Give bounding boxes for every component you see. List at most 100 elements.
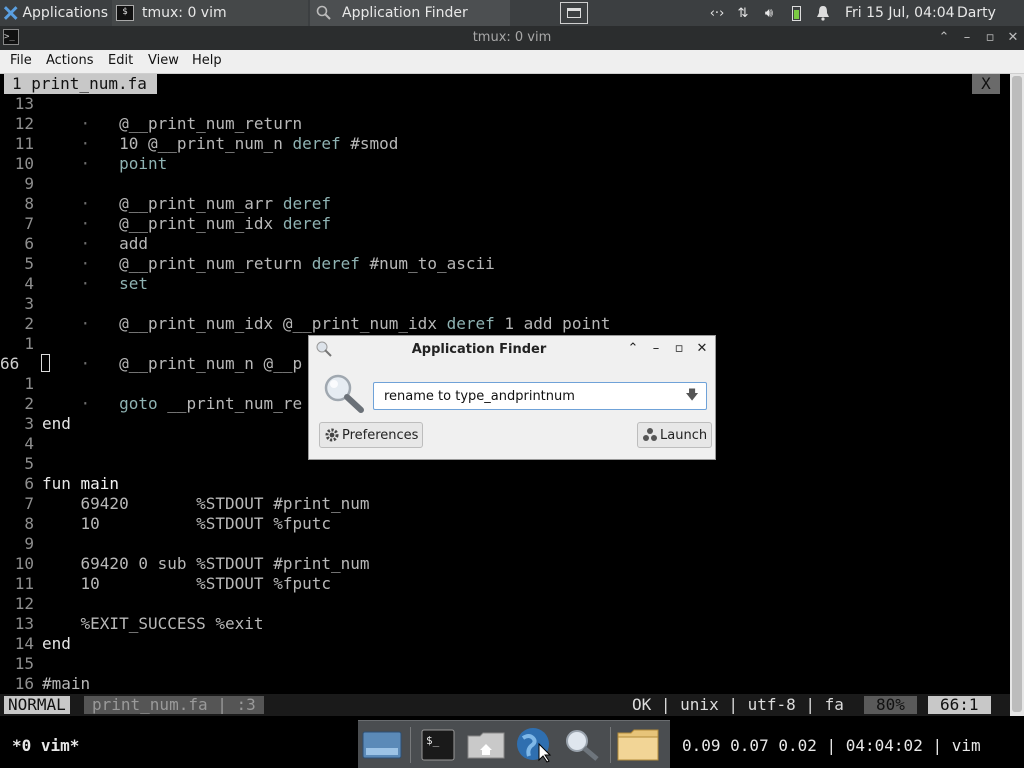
line-text: #main (42, 674, 90, 694)
dock-show-desktop[interactable] (360, 725, 404, 765)
code-token: fun (42, 474, 81, 493)
vim-line[interactable]: 9 (0, 534, 1010, 554)
menu-edit[interactable]: Edit (108, 53, 133, 68)
code-token: · (42, 254, 120, 273)
vim-line[interactable]: 7 69420 %STDOUT #print_num (0, 494, 1010, 514)
applications-label: Applications (22, 5, 108, 21)
vim-line[interactable]: 11 10 %STDOUT %fputc (0, 574, 1010, 594)
vim-tab-close[interactable]: X (972, 74, 1000, 94)
line-number: 12 (14, 114, 34, 133)
app-finder-search-field[interactable]: 🡇 (373, 382, 707, 410)
vim-line[interactable]: 4 · set (0, 274, 1010, 294)
vim-line[interactable]: 15 (0, 654, 1010, 674)
vim-line[interactable]: 3 (0, 294, 1010, 314)
line-number: 1 (24, 334, 34, 353)
vim-line[interactable]: 8 · @__print_num_arr deref (0, 194, 1010, 214)
line-text: · add (42, 234, 148, 254)
line-number: 12 (14, 594, 34, 613)
code-token: · (42, 154, 120, 173)
app-finder-maximize-button[interactable]: ▫ (670, 340, 688, 358)
vim-line[interactable]: 8 10 %STDOUT %fputc (0, 514, 1010, 534)
code-token: 1 add point (494, 314, 611, 333)
show-desktop-button[interactable] (558, 0, 590, 26)
vim-line[interactable]: 12 (0, 594, 1010, 614)
vim-line[interactable]: 6 fun main (0, 474, 1010, 494)
vim-line[interactable]: 7 · @__print_num_idx deref (0, 214, 1010, 234)
vim-line[interactable]: 5 · @__print_num_return deref #num_to_as… (0, 254, 1010, 274)
vim-line[interactable]: 13 (0, 94, 1010, 114)
code-token: · (42, 354, 120, 373)
app-finder-shade-button[interactable]: ⌃ (624, 340, 642, 358)
show-desktop-icon (362, 731, 402, 759)
search-magnifier-icon (324, 374, 364, 413)
window-shade-button[interactable]: ⌃ (934, 28, 954, 48)
dock-web-browser[interactable] (512, 725, 556, 765)
dock-app-finder[interactable] (560, 725, 604, 765)
expand-arrow-icon[interactable]: 🡇 (682, 386, 702, 406)
app-finder-minimize-button[interactable]: – (647, 340, 665, 358)
code-token: deref (292, 134, 341, 153)
line-text: · set (42, 274, 148, 294)
launch-button[interactable]: Launch (637, 422, 713, 448)
vim-line[interactable]: 11 · 10 @__print_num_n deref #smod (0, 134, 1010, 154)
vim-line[interactable]: 2 · @__print_num_idx @__print_num_idx de… (0, 314, 1010, 334)
line-number: 8 (24, 514, 34, 533)
terminal-icon: $_ (421, 729, 455, 761)
code-token: · (42, 134, 120, 153)
code-token: 69420 %STDOUT #print_num (42, 494, 370, 513)
line-number: 14 (14, 634, 34, 653)
vim-line[interactable]: 10 · point (0, 154, 1010, 174)
dock-home-folder[interactable] (464, 725, 508, 765)
dock-file-manager[interactable] (616, 725, 660, 765)
menu-file[interactable]: File (10, 53, 32, 68)
window-maximize-button[interactable]: ▫ (980, 28, 1000, 48)
dock-terminal[interactable]: $_ (416, 725, 460, 765)
code-token: · (42, 114, 120, 133)
vim-tab-active[interactable]: 1 print_num.fa (4, 74, 157, 94)
taskbar-item-tmux[interactable]: $ tmux: 0 vim (112, 0, 308, 26)
battery-icon[interactable] (786, 0, 806, 26)
window-close-button[interactable]: ✕ (1003, 28, 1023, 48)
vim-statusline: NORMAL print_num.fa | :3 OK | unix | utf… (0, 694, 1010, 716)
terminal-scrollbar[interactable] (1010, 74, 1024, 716)
vim-line[interactable]: 9 (0, 174, 1010, 194)
applications-menu-button[interactable]: Applications (0, 0, 108, 26)
tmux-window-name: *0 vim* (12, 736, 80, 755)
user-menu[interactable]: Darty uwu (957, 0, 1024, 47)
terminal-icon: $ (116, 5, 134, 21)
app-finder-close-button[interactable]: ✕ (693, 340, 711, 358)
line-number: 3 (24, 294, 34, 313)
notification-bell-icon[interactable] (812, 0, 834, 26)
vim-line[interactable]: 12 · @__print_num_return (0, 114, 1010, 134)
menu-help[interactable]: Help (192, 53, 222, 68)
code-token: goto (119, 394, 158, 413)
network-transfer-icon[interactable]: ⇅ (732, 0, 754, 26)
app-finder-search-input[interactable] (374, 383, 684, 409)
window-minimize-button[interactable]: – (957, 28, 977, 48)
preferences-button[interactable]: Preferences (319, 422, 424, 448)
line-text: 69420 0 sub %STDOUT #print_num (42, 554, 370, 574)
line-text: fun main (42, 474, 119, 494)
menu-actions[interactable]: Actions (46, 53, 94, 68)
network-code-icon[interactable]: ‹·› (706, 0, 728, 26)
vim-line[interactable]: 13 %EXIT_SUCCESS %exit (0, 614, 1010, 634)
window-titlebar[interactable]: >_ tmux: 0 vim ⌃ – ▫ ✕ (0, 26, 1024, 50)
menu-view[interactable]: View (148, 53, 179, 68)
scrollbar-thumb[interactable] (1012, 76, 1022, 712)
volume-icon[interactable]: 🔊︎ (758, 0, 780, 26)
line-text: 10 %STDOUT %fputc (42, 574, 331, 594)
taskbar-item-app-finder-label: Application Finder (342, 5, 468, 21)
code-token: end (42, 634, 71, 653)
line-number: 4 (24, 274, 34, 293)
taskbar-item-app-finder[interactable]: Application Finder (310, 0, 510, 26)
vim-line[interactable]: 16 #main (0, 674, 1010, 694)
vim-line[interactable]: 6 · add (0, 234, 1010, 254)
preferences-label: Preferences (342, 427, 419, 443)
vim-line[interactable]: 14 end (0, 634, 1010, 654)
line-number: 8 (24, 194, 34, 213)
code-token: set (119, 274, 148, 293)
line-number: 66 (0, 354, 20, 373)
vim-line[interactable]: 10 69420 0 sub %STDOUT #print_num (0, 554, 1010, 574)
clock[interactable]: Fri 15 Jul, 04:04 (845, 0, 955, 26)
line-text: %EXIT_SUCCESS %exit (42, 614, 264, 634)
